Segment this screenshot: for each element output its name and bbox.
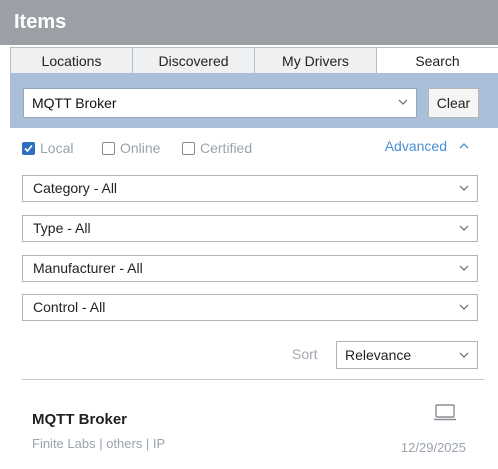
tab-locations[interactable]: Locations: [10, 47, 133, 73]
advanced-label[interactable]: Advanced: [385, 138, 447, 154]
certified-label: Certified: [200, 140, 253, 156]
advanced-toggle[interactable]: Advanced: [385, 138, 469, 154]
control-dropdown[interactable]: Control - All: [22, 294, 478, 321]
checkbox-unchecked-icon[interactable]: [102, 141, 115, 155]
control-dropdown-value: Control - All: [33, 299, 106, 315]
monitor-icon: [434, 404, 456, 421]
chevron-down-icon[interactable]: [398, 97, 408, 107]
manufacturer-dropdown[interactable]: Manufacturer - All: [22, 255, 478, 282]
checkbox-unchecked-icon[interactable]: [182, 141, 195, 155]
tab-search[interactable]: Search: [376, 47, 498, 73]
panel-title: Items: [0, 0, 498, 45]
chevron-up-icon[interactable]: [459, 142, 469, 150]
sort-dropdown-value: Relevance: [345, 347, 412, 363]
chevron-down-icon: [459, 304, 469, 310]
online-checkbox[interactable]: Online: [102, 140, 160, 156]
search-combobox[interactable]: [23, 88, 417, 118]
result-date: 12/29/2025: [400, 440, 466, 455]
tab-my-drivers[interactable]: My Drivers: [254, 47, 377, 73]
tab-discovered[interactable]: Discovered: [132, 47, 255, 73]
search-band: Clear: [10, 73, 498, 128]
local-label: Local: [40, 140, 74, 156]
checkbox-checked-icon[interactable]: [22, 141, 35, 155]
chevron-down-icon: [459, 352, 469, 358]
online-label: Online: [120, 140, 161, 156]
divider: [22, 379, 484, 380]
chevron-down-icon: [459, 265, 469, 271]
search-input[interactable]: [24, 89, 380, 117]
clear-button[interactable]: Clear: [428, 88, 479, 118]
sort-dropdown[interactable]: Relevance: [336, 341, 478, 369]
result-title: MQTT Broker: [32, 411, 128, 428]
type-dropdown[interactable]: Type - All: [22, 215, 478, 242]
local-checkbox[interactable]: Local: [22, 140, 73, 156]
result-meta: Finite Labs | others | IP: [32, 436, 166, 451]
result-item[interactable]: MQTT Broker Finite Labs | others | IP 12…: [22, 396, 484, 462]
sort-label: Sort: [292, 346, 318, 362]
category-dropdown-value: Category - All: [33, 180, 118, 196]
filter-row: Local Online Certified Advanced: [22, 138, 477, 158]
certified-checkbox[interactable]: Certified: [182, 140, 252, 156]
type-dropdown-value: Type - All: [33, 220, 91, 236]
tab-bar: Locations Discovered My Drivers Search: [10, 47, 498, 73]
chevron-down-icon: [459, 185, 469, 191]
manufacturer-dropdown-value: Manufacturer - All: [33, 260, 143, 276]
category-dropdown[interactable]: Category - All: [22, 175, 478, 202]
chevron-down-icon: [459, 225, 469, 231]
